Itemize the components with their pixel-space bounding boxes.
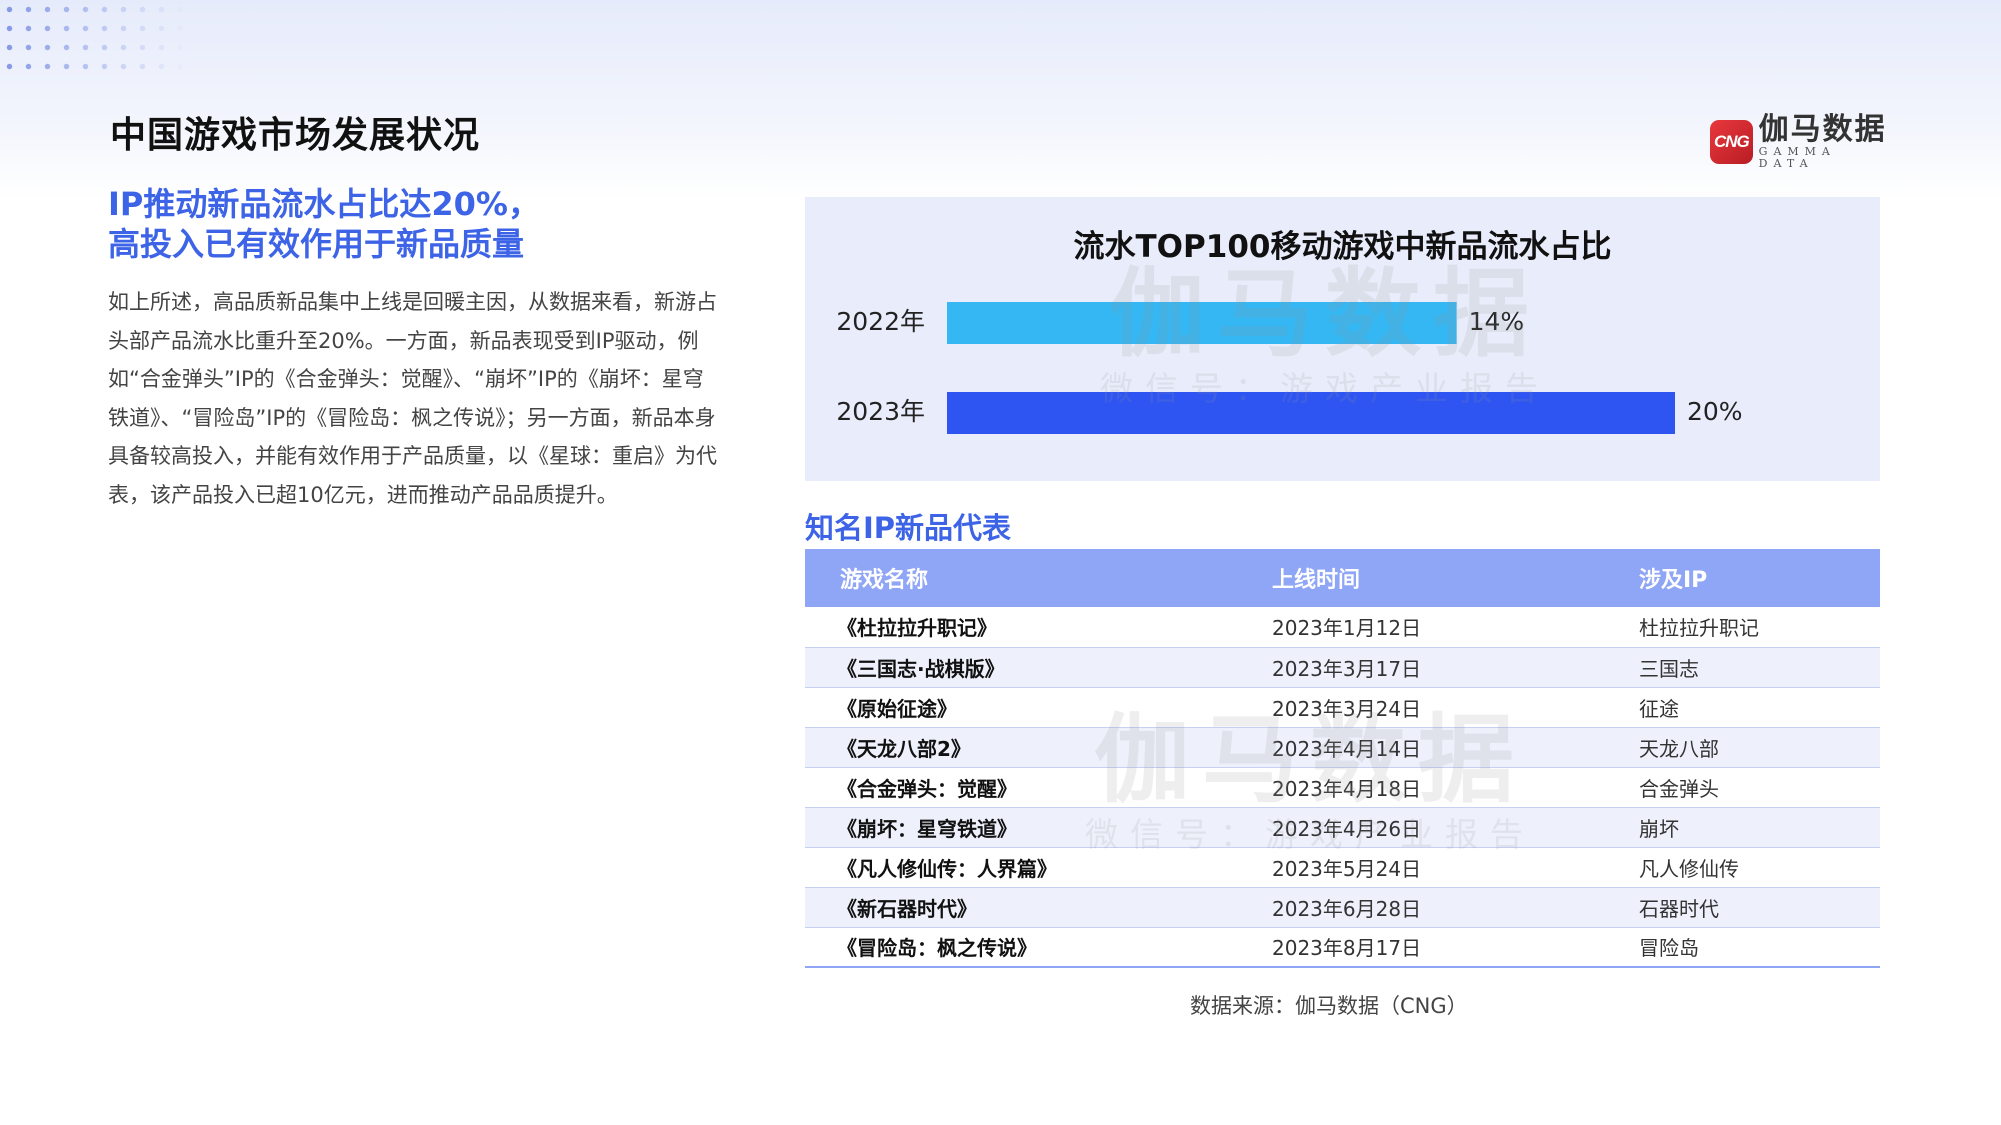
cell-ip: 凡人修仙传 bbox=[1639, 847, 1880, 888]
table-row: 《合金弹头：觉醒》 2023年4月18日 合金弹头 bbox=[805, 767, 1880, 808]
column-header-game-name: 游戏名称 bbox=[805, 549, 1272, 607]
logo-name-en: GAMMA DATA bbox=[1758, 145, 1836, 170]
table-row: 《天龙八部2》 2023年4月14日 天龙八部 bbox=[805, 727, 1880, 768]
cell-ip: 冒险岛 bbox=[1639, 927, 1880, 968]
cell-game-name: 《杜拉拉升职记》 bbox=[805, 607, 1272, 648]
cell-ip: 征途 bbox=[1639, 687, 1880, 728]
cell-ip: 杜拉拉升职记 bbox=[1639, 607, 1880, 648]
table-row: 《崩坏：星穹铁道》 2023年4月26日 崩坏 bbox=[805, 807, 1880, 848]
cell-game-name: 《冒险岛：枫之传说》 bbox=[805, 927, 1272, 968]
table-row: 《原始征途》 2023年3月24日 征途 bbox=[805, 687, 1880, 728]
data-source-note: 数据来源：伽马数据（CNG） bbox=[1190, 994, 1468, 1018]
bar-value-label: 14% bbox=[1469, 307, 1525, 336]
chart-panel: 流水TOP100移动游戏中新品流水占比 2022年14%2023年20% 伽马数… bbox=[805, 197, 1880, 481]
cell-launch-date: 2023年5月24日 bbox=[1272, 847, 1639, 888]
logo-name-cn: 伽马数据 bbox=[1758, 112, 1887, 147]
gamma-data-logo: CNG 伽马数据 GAMMA DATA bbox=[1710, 114, 1890, 170]
ip-section-title: 知名IP新品代表 bbox=[805, 511, 1012, 545]
cell-ip: 天龙八部 bbox=[1639, 727, 1880, 768]
cell-launch-date: 2023年6月28日 bbox=[1272, 887, 1639, 928]
bar-2023年 bbox=[947, 392, 1675, 434]
cell-launch-date: 2023年1月12日 bbox=[1272, 607, 1639, 648]
column-header-ip: 涉及IP bbox=[1639, 549, 1880, 607]
table-row: 《凡人修仙传：人界篇》 2023年5月24日 凡人修仙传 bbox=[805, 847, 1880, 888]
cell-game-name: 《凡人修仙传：人界篇》 bbox=[805, 847, 1272, 888]
category-label: 2022年 bbox=[836, 307, 925, 336]
cell-game-name: 《新石器时代》 bbox=[805, 887, 1272, 928]
cell-game-name: 《合金弹头：觉醒》 bbox=[805, 767, 1272, 808]
bar-chart: 2022年 14% 2023年 20% bbox=[836, 302, 1743, 434]
cell-launch-date: 2023年8月17日 bbox=[1272, 927, 1639, 968]
cell-ip: 三国志 bbox=[1639, 647, 1880, 688]
headline-line-2: 高投入已有效作用于新品质量 bbox=[108, 225, 525, 263]
ip-games-table: 游戏名称 上线时间 涉及IP 《杜拉拉升职记》 2023年1月12日 杜拉拉升职… bbox=[805, 549, 1880, 968]
decorative-dot-grid bbox=[0, 0, 190, 70]
cell-game-name: 《天龙八部2》 bbox=[805, 727, 1272, 768]
table-row: 《新石器时代》 2023年6月28日 石器时代 bbox=[805, 887, 1880, 928]
cell-launch-date: 2023年3月24日 bbox=[1272, 687, 1639, 728]
cell-launch-date: 2023年4月18日 bbox=[1272, 767, 1639, 808]
cell-launch-date: 2023年4月14日 bbox=[1272, 727, 1639, 768]
table-row: 《冒险岛：枫之传说》 2023年8月17日 冒险岛 bbox=[805, 927, 1880, 968]
cell-ip: 崩坏 bbox=[1639, 807, 1880, 848]
category-label: 2023年 bbox=[836, 397, 925, 426]
cell-game-name: 《三国志·战棋版》 bbox=[805, 647, 1272, 688]
table-header-row: 游戏名称 上线时间 涉及IP bbox=[805, 549, 1880, 607]
cell-game-name: 《原始征途》 bbox=[805, 687, 1272, 728]
table-row: 《杜拉拉升职记》 2023年1月12日 杜拉拉升职记 bbox=[805, 607, 1880, 648]
page-title: 中国游戏市场发展状况 bbox=[110, 115, 481, 156]
logo-text: 伽马数据 GAMMA DATA bbox=[1759, 114, 1890, 170]
bar-2022年 bbox=[947, 302, 1457, 344]
cell-launch-date: 2023年4月26日 bbox=[1272, 807, 1639, 848]
cng-logo-icon: CNG bbox=[1710, 120, 1753, 164]
headline: IP推动新品流水占比达20%， 高投入已有效作用于新品质量 bbox=[108, 184, 540, 264]
cell-ip: 石器时代 bbox=[1639, 887, 1880, 928]
table-row: 《三国志·战棋版》 2023年3月17日 三国志 bbox=[805, 647, 1880, 688]
column-header-launch-date: 上线时间 bbox=[1272, 549, 1639, 607]
headline-line-1: IP推动新品流水占比达20%， bbox=[108, 185, 540, 223]
cell-launch-date: 2023年3月17日 bbox=[1272, 647, 1639, 688]
cell-game-name: 《崩坏：星穹铁道》 bbox=[805, 807, 1272, 848]
body-paragraph: 如上所述，高品质新品集中上线是回暖主因，从数据来看，新游占头部产品流水比重升至2… bbox=[108, 290, 717, 507]
bar-value-label: 20% bbox=[1687, 397, 1743, 426]
cell-ip: 合金弹头 bbox=[1639, 767, 1880, 808]
